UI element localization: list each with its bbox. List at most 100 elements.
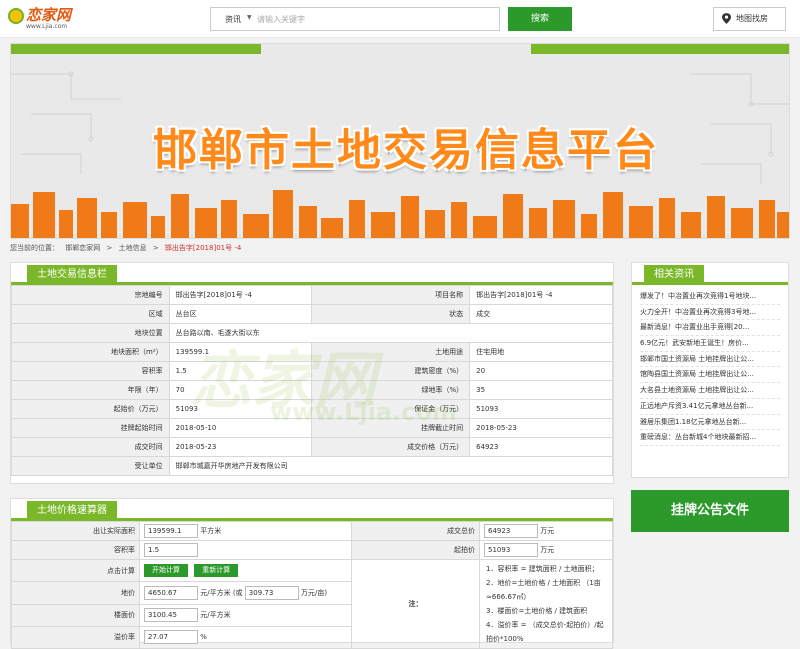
site-logo[interactable]: 恋家网 www.Ljia.com xyxy=(8,4,88,32)
breadcrumb-separator: > xyxy=(152,244,159,252)
hero-banner: 邯郸市土地交易信息平台 xyxy=(10,43,790,239)
snail-logo-icon xyxy=(8,8,24,24)
field-value: 70 xyxy=(168,380,313,400)
reset-button[interactable]: 重新计算 xyxy=(194,564,239,578)
news-link[interactable]: 重磅消息：丛台新城4个地块最新招... xyxy=(640,430,780,446)
field-value: 丛台区 xyxy=(168,304,313,324)
formula-note: 1．容积率 = 建筑面积 / 土地面积； xyxy=(486,565,599,573)
deal-price-input[interactable]: 64923 xyxy=(484,524,538,538)
related-news-panel: 相关资讯 爆发了！中冶置业再次竞得1号地块... 火力全开！中冶置业再次竞得3号… xyxy=(631,262,789,478)
field-label: 出让实际面积 xyxy=(11,521,140,541)
search-box: 资讯 ▼ xyxy=(210,7,500,31)
field-label: 状态 xyxy=(311,304,471,324)
field-value: 邯出告字[2018]01号 -4 xyxy=(469,285,613,305)
news-link[interactable]: 邯郸市国土资源局 土地挂牌出让公... xyxy=(640,352,780,368)
field-value: 成交 xyxy=(469,304,613,324)
listing-notice-button[interactable]: 挂牌公告文件 xyxy=(631,490,789,532)
land-price-mu-output[interactable]: 309.73 xyxy=(244,585,299,600)
table-row: 出让实际面积 139599.1 平方米 成交总价 64923 万元 xyxy=(11,521,613,541)
search-input[interactable] xyxy=(257,10,493,28)
field-label: 溢价率 xyxy=(11,625,140,649)
field-value: 邯出告字[2018]01号 -4 xyxy=(168,285,313,305)
calculator-table: 出让实际面积 139599.1 平方米 成交总价 64923 万元 容积率 1.… xyxy=(11,521,613,649)
unit-label: % xyxy=(200,633,207,642)
calculate-button[interactable]: 开始计算 xyxy=(144,564,188,578)
field-value: 64923 xyxy=(469,437,613,457)
field-label: 起拍价 xyxy=(351,540,480,560)
breadcrumb-home[interactable]: 邯郸恋家网 xyxy=(65,244,100,252)
table-row: 点击计算 开始计算 重新计算 注： 1．容积率 = 建筑面积 / 土地面积； 2… xyxy=(11,558,613,649)
field-label: 成交时间 xyxy=(11,437,170,457)
logo-text: 恋家网 xyxy=(26,6,72,24)
news-link[interactable]: 爆发了！中冶置业再次竞得1号地块... xyxy=(640,289,780,305)
table-row: 容积率 1.5 起拍价 51093 万元 xyxy=(11,540,613,560)
news-link[interactable]: 大名县土地资源局 土地挂牌出让公... xyxy=(640,383,780,399)
formula-note: 3．楼面价=土地价格 / 建筑面积 xyxy=(486,607,588,615)
start-price-input[interactable]: 51093 xyxy=(484,543,538,557)
panel-header: 土地价格速算器 xyxy=(11,499,613,521)
logo-url: www.Ljia.com xyxy=(26,23,68,30)
formula-note: 2．地价=土地价格 / 土地面积 （1亩≈666.67㎡） xyxy=(486,579,601,601)
news-link[interactable]: 雅居乐集团1.18亿元拿地丛台新... xyxy=(640,415,780,431)
field-value: 20 xyxy=(469,361,613,381)
price-calculator-panel: 土地价格速算器 出让实际面积 139599.1 平方米 成交总价 64923 万… xyxy=(10,498,614,649)
search-button[interactable]: 搜索 xyxy=(508,7,572,31)
field-label: 挂牌截止时间 xyxy=(311,418,471,438)
field-label: 楼面价 xyxy=(11,603,140,627)
field-label: 起始价（万元） xyxy=(11,399,170,419)
field-label: 土地用途 xyxy=(311,342,471,362)
table-row: 成交时间 2018-05-23 成交价格（万元） 64923 xyxy=(11,437,613,457)
field-value: 35 xyxy=(469,380,613,400)
field-value: 51093 xyxy=(168,399,313,419)
field-label: 宗地编号 xyxy=(11,285,170,305)
panel-header: 土地交易信息栏 xyxy=(11,263,613,285)
breadcrumb-land-info[interactable]: 土地信息 xyxy=(119,244,147,252)
field-value: 2018-05-10 xyxy=(168,418,313,438)
news-link[interactable]: 火力全开！中冶置业再次竞得3号地... xyxy=(640,305,780,321)
related-news-title: 相关资讯 xyxy=(644,265,704,285)
map-search-button[interactable]: 地图找房 xyxy=(713,7,786,31)
note-label: 注： xyxy=(351,559,480,649)
field-label: 建筑密度（%） xyxy=(311,361,471,381)
field-label: 绿地率（%） xyxy=(311,380,471,400)
formula-note: 4．溢价率 = （成交总价-起拍价）/起拍价*100% xyxy=(486,621,604,643)
table-row: 宗地编号 邯出告字[2018]01号 -4 项目名称 邯出告字[2018]01号… xyxy=(11,285,613,305)
breadcrumb: 您当前的位置： 邯郸恋家网 > 土地信息 > 邯出告字[2018]01号 -4 xyxy=(10,243,245,253)
unit-label: 平方米 xyxy=(200,527,222,535)
land-info-table: 宗地编号 邯出告字[2018]01号 -4 项目名称 邯出告字[2018]01号… xyxy=(11,285,614,476)
field-label: 项目名称 xyxy=(311,285,471,305)
premium-rate-output[interactable]: 27.07 xyxy=(144,630,198,645)
table-row: 地块面积（m²） 139599.1 土地用途 住宅用地 xyxy=(11,342,613,362)
table-row: 地块位置 丛台路以南、毛遂大街以东 xyxy=(11,323,614,343)
field-label: 地块位置 xyxy=(11,323,170,343)
unit-label: 万元 xyxy=(540,546,555,554)
breadcrumb-separator: > xyxy=(106,244,113,252)
chevron-down-icon[interactable]: ▼ xyxy=(247,14,252,21)
table-row: 年限（年） 70 绿地率（%） 35 xyxy=(11,380,613,400)
city-skyline-icon xyxy=(11,190,789,238)
table-row: 受让单位 邯郸市城嘉开华房地产开发有限公司 xyxy=(11,456,614,476)
field-label: 地价 xyxy=(11,581,140,605)
land-info-title: 土地交易信息栏 xyxy=(27,265,117,285)
field-value: 139599.1 xyxy=(168,342,313,362)
table-row: 起始价（万元） 51093 保证金（万元） 51093 xyxy=(11,399,613,419)
unit-label: 元/平方米 (或 xyxy=(200,588,243,597)
table-row: 区域 丛台区 状态 成交 xyxy=(11,304,613,324)
field-label: 区域 xyxy=(11,304,170,324)
table-row: 容积率 1.5 建筑密度（%） 20 xyxy=(11,361,613,381)
land-price-output[interactable]: 4650.67 xyxy=(144,585,198,600)
related-news-list: 爆发了！中冶置业再次竞得1号地块... 火力全开！中冶置业再次竞得3号地... … xyxy=(632,285,788,450)
far-input[interactable]: 1.5 xyxy=(144,543,198,557)
field-value: 住宅用地 xyxy=(469,342,613,362)
field-value: 2018-05-23 xyxy=(469,418,613,438)
news-link[interactable]: 馆陶县国土资源局 土地挂牌出让公... xyxy=(640,367,780,384)
search-category-select[interactable]: 资讯 xyxy=(225,14,241,25)
map-search-label: 地图找房 xyxy=(736,14,768,23)
news-link[interactable]: 最新消息！中冶置业出手竞得[20... xyxy=(640,320,780,337)
field-label: 地块面积（m²） xyxy=(11,342,170,362)
panel-header: 相关资讯 xyxy=(632,263,788,285)
area-input[interactable]: 139599.1 xyxy=(144,524,198,538)
news-link[interactable]: 6.9亿元！武安新地王诞生！房价... xyxy=(640,336,780,352)
floor-price-output[interactable]: 3100.45 xyxy=(144,608,198,623)
news-link[interactable]: 正远地产斥资3.41亿元拿地丛台新... xyxy=(640,399,780,415)
